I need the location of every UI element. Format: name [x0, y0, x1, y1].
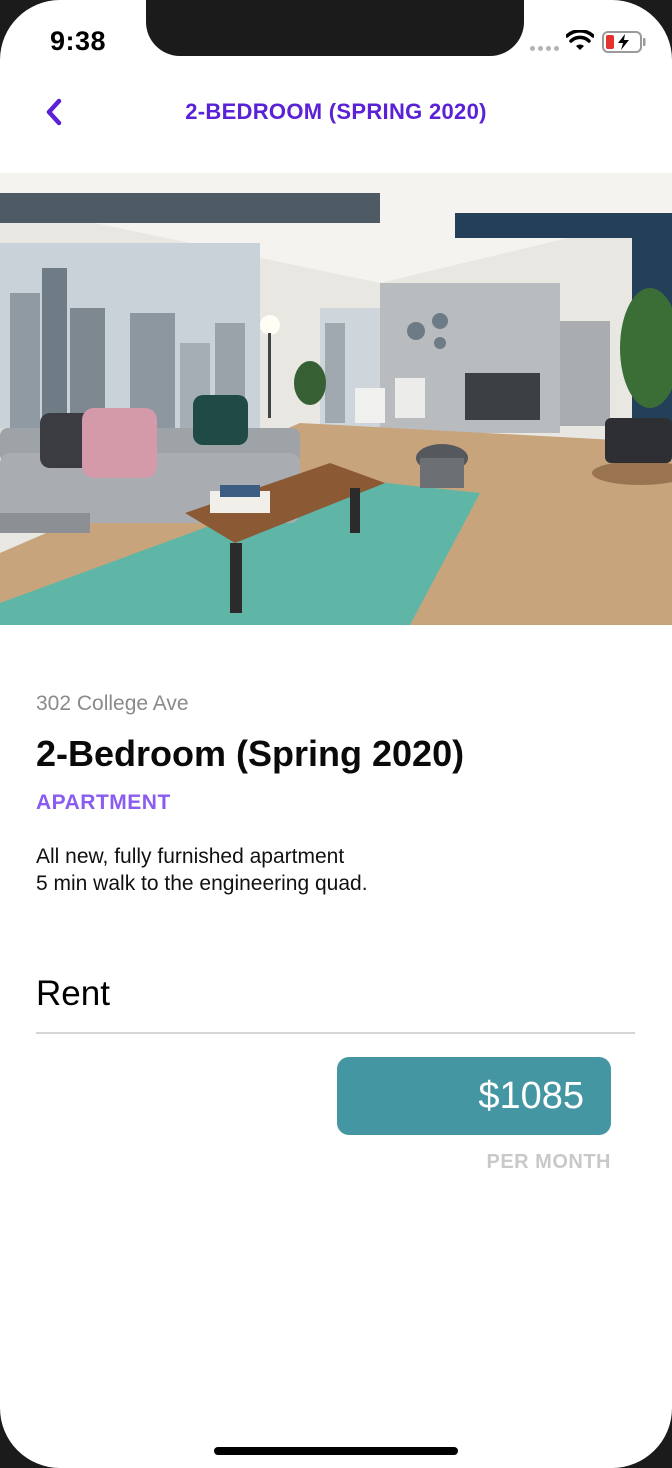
price-period: PER MONTH — [486, 1151, 611, 1173]
description-line: 5 min walk to the engineering quad. — [36, 872, 368, 895]
battery-charging-icon — [602, 31, 646, 58]
price-button[interactable]: $1085 — [337, 1057, 611, 1135]
rent-heading: Rent — [36, 974, 110, 1013]
description-line: All new, fully furnished apartment — [36, 845, 345, 868]
home-indicator[interactable] — [214, 1447, 458, 1455]
cellular-signal-icon — [530, 46, 559, 51]
price-value: $1085 — [478, 1074, 584, 1117]
status-time: 9:38 — [50, 26, 107, 56]
living-room-photo — [0, 173, 672, 625]
nav-title: 2-BEDROOM (SPRING 2020) — [185, 99, 487, 124]
listing-type: APARTMENT — [36, 791, 171, 814]
divider — [36, 1032, 635, 1034]
phone-screen: 9:38 2-BEDROOM (SPRING 2020) 302 College… — [0, 0, 672, 1468]
listing-description: All new, fully furnished apartment 5 min… — [36, 843, 368, 897]
listing-title: 2-Bedroom (Spring 2020) — [36, 733, 465, 774]
wifi-icon — [565, 29, 595, 57]
device-notch — [146, 0, 524, 56]
listing-address: 302 College Ave — [36, 692, 189, 715]
